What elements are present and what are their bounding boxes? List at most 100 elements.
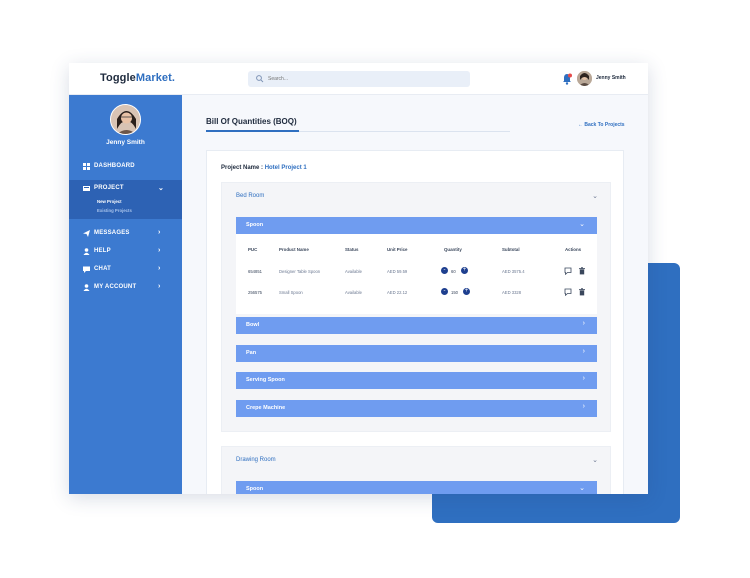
trash-icon[interactable] <box>578 267 586 275</box>
top-user-name[interactable]: Jenny Smith <box>596 75 626 81</box>
back-to-projects-link[interactable]: ← Back To Projects <box>578 122 625 128</box>
chevron-down-icon: ⌄ <box>158 185 164 192</box>
room-panel-drawing-room: Drawing Room ⌄ Spoon ⌄ <box>221 446 611 494</box>
category-band-spoon[interactable]: Spoon ⌄ <box>236 217 597 234</box>
comment-icon[interactable] <box>564 288 572 296</box>
cell-unit-price: AED 22.12 <box>387 290 408 295</box>
quantity-decrement-button[interactable]: - <box>441 267 448 274</box>
sidebar-item-my-account[interactable]: MY ACCOUNT › <box>69 279 182 297</box>
sidebar-item-project[interactable]: PROJECT ⌄ New Project Existing Projects <box>69 180 182 219</box>
project-icon <box>83 186 90 191</box>
category-label: Pan <box>246 350 257 356</box>
profile-avatar[interactable] <box>110 104 141 135</box>
category-label: Serving Spoon <box>246 377 285 383</box>
sidebar-item-label: HELP <box>94 248 111 254</box>
quantity-value[interactable]: 60 <box>451 269 456 274</box>
project-name-row: Project Name : Hotel Project 1 <box>221 165 307 171</box>
cell-status: Available <box>345 269 362 274</box>
category-label: Spoon <box>246 222 264 228</box>
search-input[interactable] <box>268 73 458 85</box>
cell-puc: 654851 <box>248 269 262 274</box>
sidebar-item-label: CHAT <box>94 266 112 272</box>
sidebar-item-messages[interactable]: MESSAGES › <box>69 225 182 243</box>
user-icon <box>83 284 90 291</box>
trash-icon[interactable] <box>578 288 586 296</box>
avatar[interactable] <box>577 71 592 86</box>
room-title[interactable]: Drawing Room <box>236 457 276 463</box>
product-table: PUC Product Name Status Unit Price Quant… <box>236 234 597 314</box>
send-icon <box>83 230 90 237</box>
boq-card: Project Name : Hotel Project 1 Bed Room … <box>206 150 624 494</box>
cell-status: Available <box>345 290 362 295</box>
quantity-increment-button[interactable]: + <box>463 288 470 295</box>
page-title: Bill Of Quantities (BOQ) <box>206 117 297 126</box>
logo-dot: . <box>171 72 176 84</box>
category-band-bowl[interactable]: Bowl › <box>236 317 597 334</box>
chevron-down-icon[interactable]: ⌄ <box>592 192 598 200</box>
column-header: Subtotal <box>502 247 520 252</box>
sidebar-item-label: MY ACCOUNT <box>94 284 137 290</box>
column-header: Product Name <box>279 247 309 252</box>
comment-icon[interactable] <box>564 267 572 275</box>
user-avatar-icon <box>577 71 592 86</box>
quantity-value[interactable]: 150 <box>451 290 458 295</box>
project-name-label: Project Name : <box>221 165 264 171</box>
chevron-right-icon: › <box>582 403 585 410</box>
logo[interactable]: ToggleMarket. <box>100 72 175 84</box>
quantity-decrement-button[interactable]: - <box>441 288 448 295</box>
sidebar-item-label: DASHBOARD <box>94 163 135 169</box>
quantity-increment-button[interactable]: + <box>461 267 468 274</box>
user-icon <box>83 248 90 255</box>
chevron-right-icon: › <box>582 375 585 382</box>
column-header: Quantity <box>444 247 462 252</box>
search-icon <box>256 75 264 83</box>
cell-product: Small Spoon <box>279 290 303 295</box>
project-name-value: Hotel Project 1 <box>264 165 307 171</box>
cell-subtotal: AED 3575.4 <box>502 269 525 274</box>
category-label: Crepe Machine <box>246 405 286 411</box>
column-header: Status <box>345 247 359 252</box>
sidebar-item-chat[interactable]: CHAT › <box>69 261 182 279</box>
chevron-right-icon: › <box>158 265 161 272</box>
notification-icon[interactable] <box>562 73 572 85</box>
room-title[interactable]: Bed Room <box>236 193 264 199</box>
search-bar[interactable] <box>248 71 470 87</box>
chevron-down-icon: ⌄ <box>579 485 585 492</box>
main-content: Bill Of Quantities (BOQ) ← Back To Proje… <box>182 95 648 494</box>
title-underline <box>206 130 299 132</box>
column-header: Unit Price <box>387 247 408 252</box>
title-divider <box>299 131 510 132</box>
category-band-serving-spoon[interactable]: Serving Spoon › <box>236 372 597 389</box>
room-panel-bed-room: Bed Room ⌄ Spoon ⌄ PUC Product Name Stat… <box>221 182 611 432</box>
chevron-right-icon: › <box>582 348 585 355</box>
category-band-spoon[interactable]: Spoon ⌄ <box>236 481 597 494</box>
logo-accent-text: Market <box>135 72 172 84</box>
app-window: ToggleMarket. Search... Jenny Smith Jenn… <box>69 63 648 494</box>
sidebar-item-dashboard[interactable]: DASHBOARD <box>69 158 182 176</box>
sidebar-item-label: MESSAGES <box>94 230 130 236</box>
sidebar-subitem-existing-projects[interactable]: Existing Projects <box>97 208 132 213</box>
category-band-crepe-machine[interactable]: Crepe Machine › <box>236 400 597 417</box>
cell-puc: 256575 <box>248 290 262 295</box>
logo-main-text: Toggle <box>100 72 136 84</box>
column-header: PUC <box>248 247 258 252</box>
dashboard-icon <box>83 163 90 170</box>
chevron-down-icon[interactable]: ⌄ <box>592 456 598 464</box>
sidebar-item-help[interactable]: HELP › <box>69 243 182 261</box>
top-bar: ToggleMarket. Search... Jenny Smith <box>69 63 648 95</box>
category-label: Spoon <box>246 486 264 492</box>
sidebar-item-label: PROJECT <box>94 185 124 191</box>
chevron-right-icon: › <box>158 229 161 236</box>
category-label: Bowl <box>246 322 260 328</box>
chat-icon <box>83 266 90 273</box>
chevron-right-icon: › <box>582 320 585 327</box>
cell-subtotal: AED 3328 <box>502 290 522 295</box>
profile-photo-icon <box>111 105 140 134</box>
chevron-down-icon: ⌄ <box>579 221 585 228</box>
column-header: Actions <box>565 247 582 252</box>
sidebar: Jenny Smith DASHBOARD PROJECT ⌄ New Proj… <box>69 95 182 494</box>
cell-product: Designer Table Spoon <box>279 269 321 274</box>
sidebar-subitem-new-project[interactable]: New Project <box>97 199 122 204</box>
cell-unit-price: AED 59.59 <box>387 269 408 274</box>
category-band-pan[interactable]: Pan › <box>236 345 597 362</box>
